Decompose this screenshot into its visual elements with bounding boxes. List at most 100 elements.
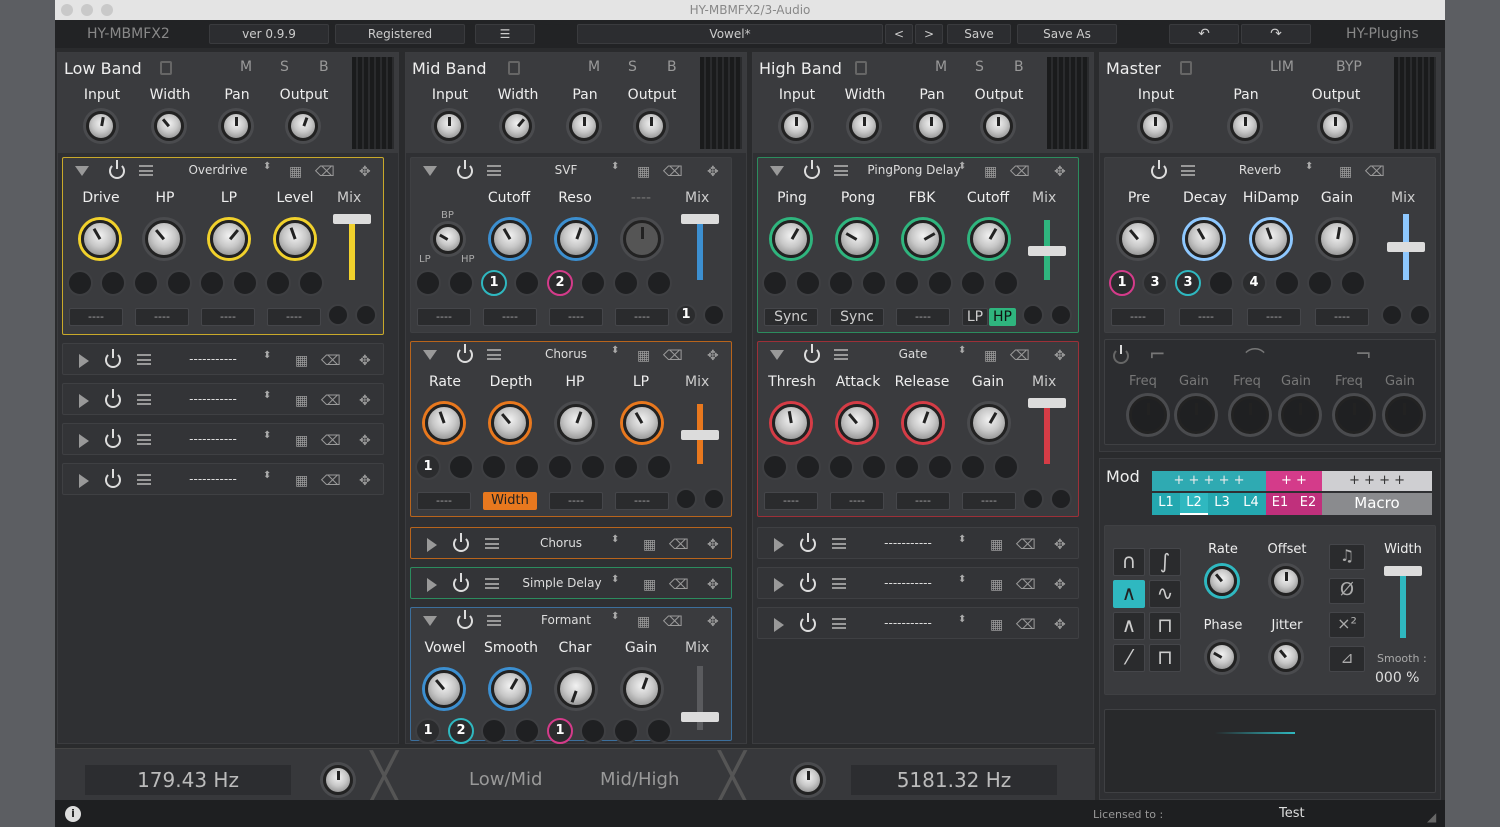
- power-icon[interactable]: [457, 160, 473, 179]
- save-button[interactable]: Save: [947, 24, 1011, 44]
- mod-slot[interactable]: [1208, 270, 1234, 296]
- registered-button[interactable]: Registered: [335, 24, 465, 44]
- output-knob[interactable]: [636, 111, 666, 141]
- mod-slot[interactable]: [703, 488, 725, 510]
- hidamp-knob[interactable]: [1252, 220, 1290, 258]
- gain-knob[interactable]: [970, 404, 1008, 442]
- eraser-icon[interactable]: ⌫: [321, 433, 341, 449]
- random-wave-icon[interactable]: ⊓: [1149, 644, 1181, 672]
- power-icon[interactable]: [105, 389, 121, 408]
- mod-lfo-grid[interactable]: + + + + +: [1152, 471, 1266, 491]
- eraser-icon[interactable]: ⌫: [321, 473, 341, 489]
- randomize-icon[interactable]: ▦: [295, 473, 308, 489]
- fx-selector-icon[interactable]: ⬍: [958, 345, 966, 356]
- square-wave-icon[interactable]: ⊓: [1149, 612, 1181, 640]
- menu-icon[interactable]: [137, 354, 151, 365]
- mod-slot[interactable]: [1340, 270, 1366, 296]
- assign-button[interactable]: ----: [896, 308, 950, 326]
- char-knob[interactable]: [557, 670, 595, 708]
- menu-icon[interactable]: [139, 165, 153, 176]
- mod-env-grid[interactable]: + +: [1266, 471, 1322, 491]
- mod-slot[interactable]: [100, 270, 126, 296]
- feedback-knob[interactable]: [904, 220, 942, 258]
- mod-assignment[interactable]: 1: [675, 304, 697, 326]
- mix-fader-handle[interactable]: [1028, 246, 1066, 256]
- tab-lfo-1[interactable]: L1: [1152, 493, 1180, 515]
- assign-button[interactable]: ----: [615, 492, 669, 510]
- width-toggle-button[interactable]: Width: [483, 492, 537, 510]
- gain-knob[interactable]: [623, 670, 661, 708]
- power-icon[interactable]: [105, 469, 121, 488]
- mod-slot[interactable]: [514, 718, 540, 744]
- mod-slot[interactable]: [646, 454, 672, 480]
- randomize-icon[interactable]: ▦: [637, 614, 650, 630]
- randomize-icon[interactable]: ▦: [295, 393, 308, 409]
- master-bypass-button[interactable]: BYP: [1336, 59, 1362, 75]
- fx-name[interactable]: SVF: [511, 163, 621, 177]
- fx-name[interactable]: Chorus: [511, 347, 621, 361]
- width-knob[interactable]: [154, 111, 184, 141]
- fx-selector-icon[interactable]: ⬍: [611, 574, 619, 585]
- mod-slot[interactable]: [514, 454, 540, 480]
- drag-handle-icon[interactable]: ✥: [359, 473, 371, 489]
- power-icon[interactable]: [105, 429, 121, 448]
- menu-icon[interactable]: [137, 434, 151, 445]
- mod-slot[interactable]: [580, 454, 606, 480]
- fx-name[interactable]: -----------: [163, 432, 263, 446]
- high-shelf-icon[interactable]: ¬: [1355, 342, 1372, 366]
- save-as-button[interactable]: Save As: [1017, 24, 1117, 44]
- randomize-icon[interactable]: ▦: [643, 577, 656, 593]
- ping-knob[interactable]: [772, 220, 810, 258]
- mix-fader-handle[interactable]: [1387, 242, 1425, 252]
- mod-slot[interactable]: [927, 454, 953, 480]
- mod-slot[interactable]: [1307, 270, 1333, 296]
- peak-icon[interactable]: ⌒: [1245, 342, 1265, 371]
- mod-assignment[interactable]: 1: [1109, 270, 1135, 296]
- output-knob[interactable]: [983, 111, 1013, 141]
- fx-name[interactable]: Simple Delay: [507, 576, 617, 590]
- bypass-button[interactable]: B: [319, 59, 329, 75]
- fx-name[interactable]: -----------: [163, 472, 263, 486]
- redo-button[interactable]: ↷: [1241, 24, 1311, 44]
- assign-button[interactable]: ----: [896, 492, 950, 510]
- solo-button[interactable]: S: [628, 59, 637, 75]
- input-knob[interactable]: [781, 111, 811, 141]
- power-icon[interactable]: [804, 160, 820, 179]
- mix-fader-handle[interactable]: [1028, 398, 1066, 408]
- lfo-jitter-knob[interactable]: [1271, 642, 1301, 672]
- main-menu-button[interactable]: ☰: [475, 24, 535, 44]
- randomize-icon[interactable]: ▦: [295, 433, 308, 449]
- bypass-button[interactable]: B: [667, 59, 677, 75]
- tab-macro[interactable]: Macro: [1322, 493, 1432, 515]
- assign-button[interactable]: ----: [1111, 308, 1165, 326]
- assign-button[interactable]: ----: [830, 492, 884, 510]
- eraser-icon[interactable]: ⌫: [663, 164, 683, 180]
- expand-icon[interactable]: [79, 474, 89, 488]
- mod-slot[interactable]: [327, 304, 349, 326]
- lock-icon[interactable]: [508, 61, 520, 75]
- fx-name[interactable]: Chorus: [511, 536, 611, 550]
- power-icon[interactable]: [457, 344, 473, 363]
- assign-button[interactable]: ----: [69, 308, 123, 326]
- eraser-icon[interactable]: ⌫: [663, 614, 683, 630]
- mod-assignment[interactable]: 4: [1241, 270, 1267, 296]
- mod-slot[interactable]: [166, 270, 192, 296]
- expand-icon[interactable]: [774, 578, 784, 592]
- drag-handle-icon[interactable]: ✥: [707, 164, 719, 180]
- tab-lfo-2[interactable]: L2: [1180, 493, 1208, 515]
- menu-icon[interactable]: [832, 618, 846, 629]
- drag-handle-icon[interactable]: ✥: [707, 537, 719, 553]
- unipolar-icon[interactable]: ⊿: [1329, 646, 1365, 672]
- randomize-icon[interactable]: ▦: [637, 164, 650, 180]
- mod-slot[interactable]: [1050, 488, 1072, 510]
- smooth-knob[interactable]: [491, 670, 529, 708]
- zoom-window-button[interactable]: [101, 4, 113, 16]
- invert-phase-icon[interactable]: Ø: [1329, 578, 1365, 604]
- pan-knob[interactable]: [1230, 111, 1260, 141]
- lfo-width-fader-track[interactable]: [1400, 568, 1406, 638]
- mix-fader-handle[interactable]: [681, 712, 719, 722]
- randomize-icon[interactable]: ▦: [1339, 164, 1352, 180]
- mod-slot[interactable]: [355, 304, 377, 326]
- fx-selector-icon[interactable]: ⬍: [958, 614, 966, 625]
- preset-name-field[interactable]: Vowel*: [577, 24, 883, 44]
